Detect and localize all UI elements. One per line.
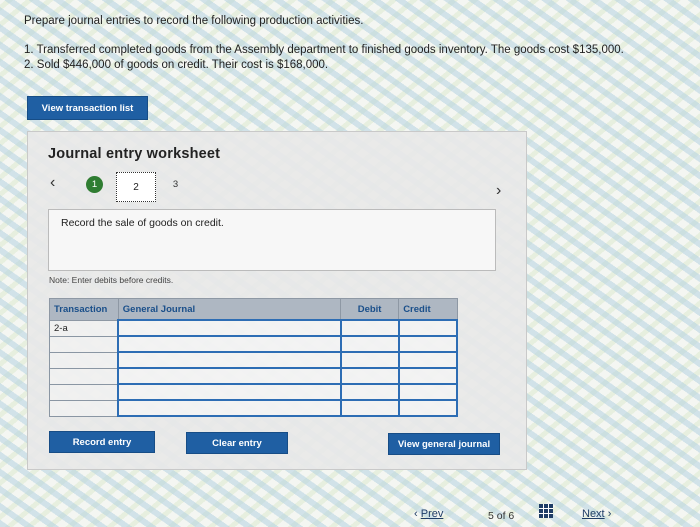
header-general-journal: General Journal — [117, 298, 342, 321]
debit-input[interactable] — [339, 399, 400, 417]
credit-input[interactable] — [397, 367, 459, 385]
instruction-item-1: 1. Transferred completed goods from the … — [24, 44, 624, 56]
account-input[interactable] — [117, 351, 342, 369]
credit-input[interactable] — [397, 351, 459, 369]
chevron-left-icon: ‹ — [414, 508, 418, 520]
prompt-box: Record the sale of goods on credit. — [48, 209, 496, 271]
table-row: 2-a — [49, 319, 459, 337]
chevron-left-icon[interactable]: ‹ — [50, 174, 55, 192]
account-input[interactable] — [117, 367, 342, 385]
table-row — [49, 367, 459, 385]
transaction-cell — [49, 383, 119, 401]
view-general-journal-button[interactable]: View general journal — [388, 433, 500, 455]
grid-icon[interactable] — [539, 504, 553, 518]
note-text: Note: Enter debits before credits. — [49, 275, 174, 285]
header-credit: Credit — [398, 298, 458, 321]
instruction-item-2: 2. Sold $446,000 of goods on credit. The… — [24, 59, 329, 71]
header-debit: Debit — [340, 298, 400, 321]
next-link[interactable]: Next › — [582, 508, 611, 520]
credit-input[interactable] — [397, 399, 459, 417]
table-row — [49, 351, 459, 369]
account-input[interactable] — [117, 399, 342, 417]
next-label: Next — [582, 508, 605, 520]
account-input[interactable] — [117, 319, 342, 337]
account-input[interactable] — [117, 335, 342, 353]
chevron-right-icon[interactable]: › — [496, 182, 501, 200]
step-1[interactable]: 1 — [86, 176, 103, 193]
prompt-text: Record the sale of goods on credit. — [61, 217, 224, 229]
transaction-cell — [49, 335, 119, 353]
transaction-cell — [49, 367, 119, 385]
record-entry-button[interactable]: Record entry — [49, 431, 155, 453]
account-input[interactable] — [117, 383, 342, 401]
transaction-cell — [49, 351, 119, 369]
step-3[interactable]: 3 — [167, 176, 184, 193]
journal-entry-worksheet: Journal entry worksheet ‹ 1 2 3 › Record… — [27, 131, 527, 470]
transaction-cell — [49, 399, 119, 417]
table-row — [49, 399, 459, 417]
prev-link[interactable]: ‹ Prev — [414, 508, 443, 520]
debit-input[interactable] — [339, 351, 400, 369]
prev-label: Prev — [420, 508, 444, 520]
instructions: Prepare journal entries to record the fo… — [24, 14, 674, 73]
view-transaction-list-button[interactable]: View transaction list — [27, 96, 148, 120]
page-indicator: 5 of 6 — [488, 510, 515, 522]
step-2[interactable]: 2 — [116, 172, 156, 202]
credit-input[interactable] — [397, 383, 459, 401]
table-row — [49, 383, 459, 401]
transaction-cell: 2-a — [49, 319, 119, 337]
table-row — [49, 335, 459, 353]
clear-entry-button[interactable]: Clear entry — [186, 432, 288, 454]
chevron-right-icon: › — [607, 508, 612, 520]
debit-input[interactable] — [339, 335, 400, 353]
debit-input[interactable] — [339, 319, 400, 337]
journal-table: Transaction General Journal Debit Credit… — [49, 298, 459, 417]
instructions-heading: Prepare journal entries to record the fo… — [24, 15, 364, 27]
worksheet-title: Journal entry worksheet — [48, 146, 221, 162]
credit-input[interactable] — [397, 335, 459, 353]
header-transaction: Transaction — [49, 298, 119, 321]
credit-input[interactable] — [397, 319, 459, 337]
debit-input[interactable] — [339, 383, 400, 401]
debit-input[interactable] — [339, 367, 400, 385]
